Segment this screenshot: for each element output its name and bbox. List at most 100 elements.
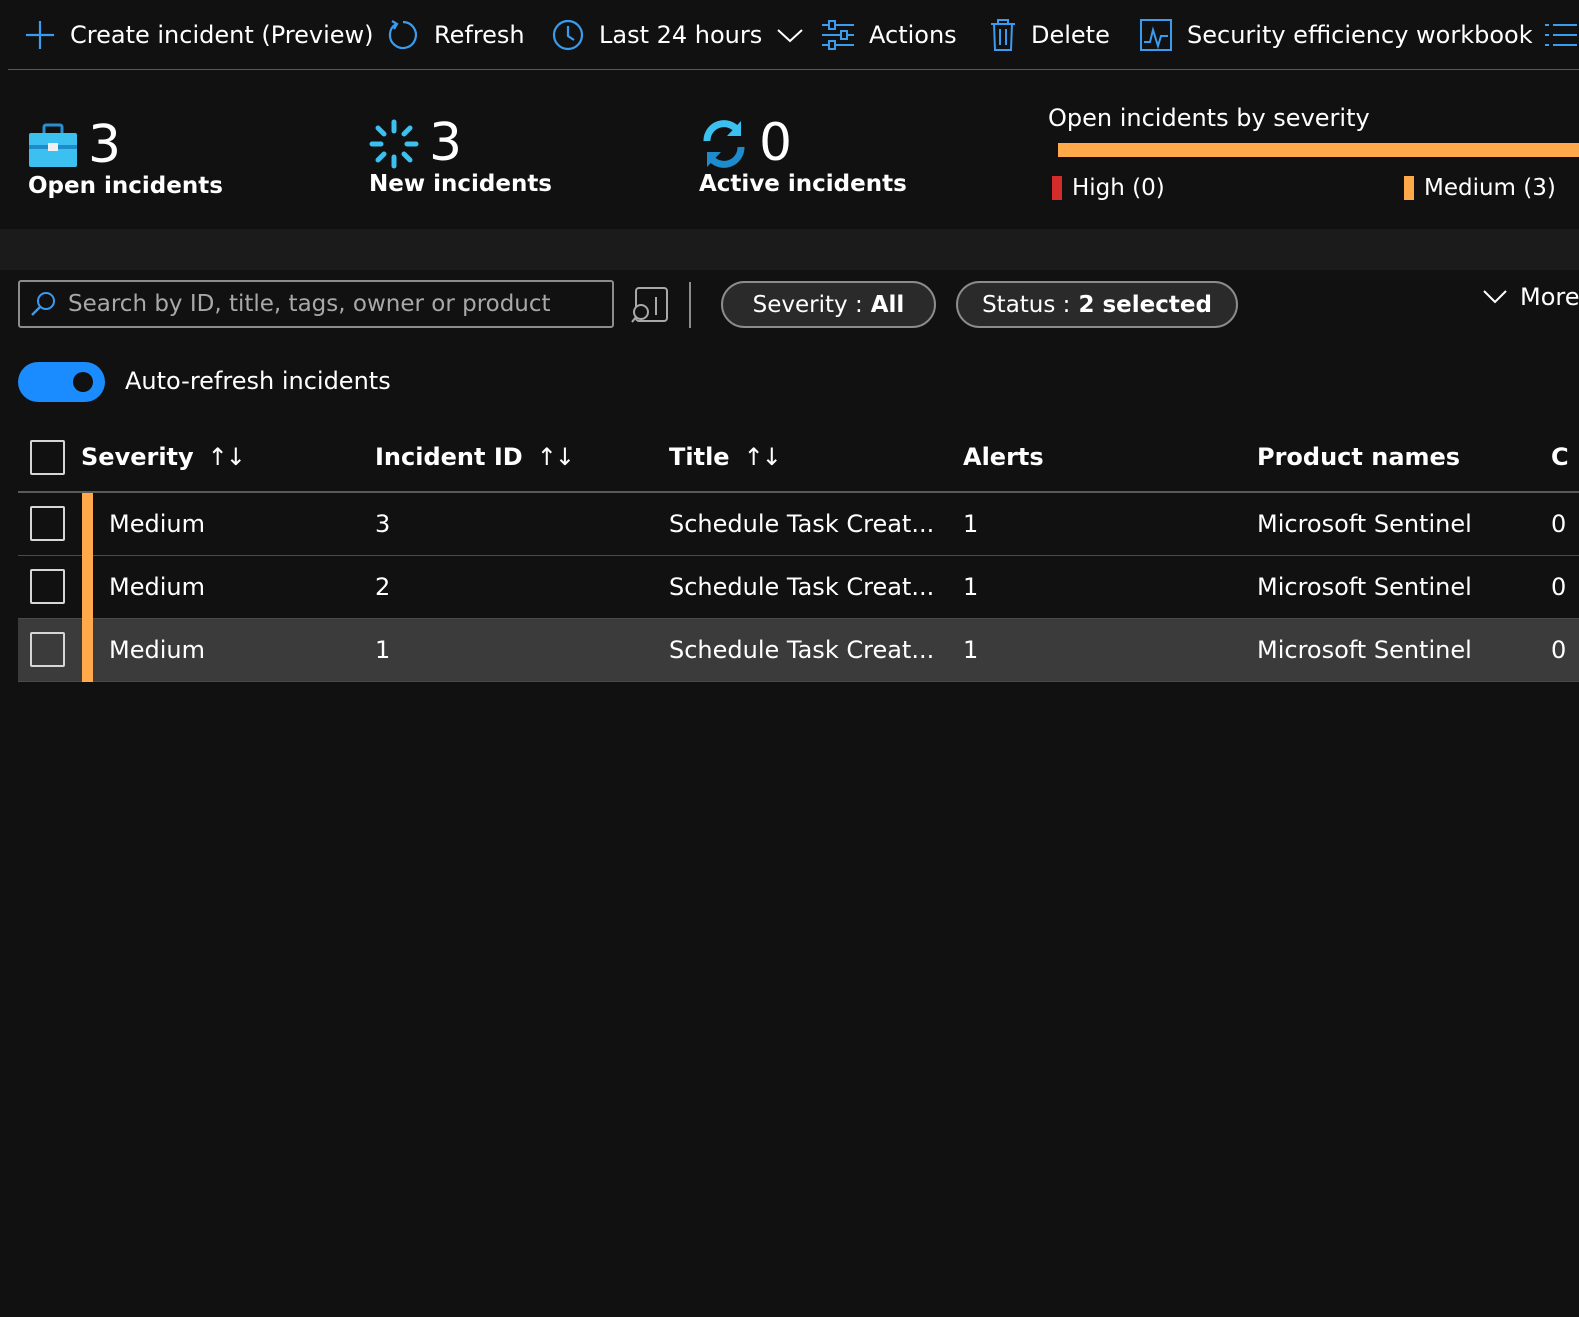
clock-icon: [552, 19, 584, 50]
sort-icon: ↑↓: [743, 443, 782, 471]
cell-product: Microsoft Sentinel: [1257, 573, 1472, 601]
cell-incident-id: 1: [375, 636, 391, 664]
actions-button[interactable]: Actions: [821, 0, 957, 70]
cell-severity: Medium: [109, 510, 205, 538]
column-header-product-names[interactable]: Product names: [1257, 443, 1460, 471]
cell-incident-id: 2: [375, 573, 391, 601]
severity-bar: [1058, 143, 1579, 157]
column-header-truncated[interactable]: C: [1551, 443, 1569, 471]
new-incidents-count: 3: [429, 113, 463, 173]
status-filter-value: 2 selected: [1078, 291, 1212, 318]
chart-icon: [1140, 18, 1172, 51]
table-header: Severity ↑↓ Incident ID ↑↓ Title ↑↓ Aler…: [18, 425, 1579, 493]
cell-product: Microsoft Sentinel: [1257, 636, 1472, 664]
advanced-search-icon[interactable]: [630, 285, 670, 325]
cell-alerts: 1: [963, 510, 979, 538]
auto-refresh-label: Auto-refresh incidents: [125, 367, 391, 395]
chevron-down-icon: [777, 28, 803, 42]
column-label: Incident ID: [375, 443, 523, 471]
table-row[interactable]: Medium 3 Schedule Task Creat... 1 Micros…: [18, 493, 1579, 556]
cell-incident-id: 3: [375, 510, 391, 538]
active-incidents-count: 0: [759, 113, 793, 173]
security-workbook-button[interactable]: Security efficiency workbook: [1139, 0, 1533, 70]
column-label: Title: [669, 443, 730, 471]
command-bar: Create incident (Preview) Refresh Last 2…: [8, 0, 1579, 70]
section-divider: [0, 229, 1579, 270]
actions-label: Actions: [869, 20, 957, 49]
cell-title: Schedule Task Creat...: [669, 510, 935, 538]
delete-label: Delete: [1031, 20, 1110, 49]
cell-truncated: 0: [1551, 573, 1567, 601]
spinner-icon: [369, 119, 419, 169]
severity-filter-value: All: [870, 291, 905, 318]
status-filter-key: Status :: [982, 291, 1071, 318]
refresh-label: Refresh: [434, 20, 525, 49]
cell-alerts: 1: [963, 636, 979, 664]
severity-indicator: [82, 493, 93, 556]
new-incidents-label: New incidents: [369, 171, 553, 197]
severity-filter-key: Severity :: [752, 291, 863, 318]
list-icon: [1545, 23, 1577, 46]
table-row[interactable]: Medium 2 Schedule Task Creat... 1 Micros…: [18, 556, 1579, 619]
sync-icon: [703, 120, 745, 168]
more-filters-button[interactable]: More: [1482, 283, 1579, 311]
row-checkbox[interactable]: [30, 632, 65, 667]
delete-button[interactable]: Delete: [989, 0, 1110, 70]
cell-title: Schedule Task Creat...: [669, 573, 935, 601]
cell-alerts: 1: [963, 573, 979, 601]
sort-icon: ↑↓: [536, 443, 575, 471]
severity-chart-title: Open incidents by severity: [1048, 104, 1370, 132]
sort-icon: ↑↓: [207, 443, 246, 471]
cell-truncated: 0: [1551, 510, 1567, 538]
legend-high-label: High (0): [1072, 175, 1165, 201]
high-swatch: [1052, 176, 1062, 200]
time-range-dropdown[interactable]: Last 24 hours: [551, 0, 804, 70]
search-input[interactable]: [68, 291, 608, 317]
toggle-knob: [73, 372, 93, 392]
column-label: Alerts: [963, 443, 1044, 471]
time-range-label: Last 24 hours: [599, 20, 763, 49]
status-filter-pill[interactable]: Status : 2 selected: [956, 281, 1238, 328]
sliders-icon: [822, 19, 854, 50]
cell-title: Schedule Task Creat...: [669, 636, 935, 664]
create-incident-button[interactable]: Create incident (Preview): [24, 0, 374, 70]
open-incidents-label: Open incidents: [28, 173, 223, 199]
select-all-checkbox[interactable]: [30, 440, 65, 475]
create-incident-label: Create incident (Preview): [70, 20, 374, 49]
open-incidents-count: 3: [88, 115, 122, 175]
columns-icon[interactable]: [1544, 0, 1578, 70]
more-filters-label: More: [1520, 283, 1579, 311]
filter-divider: [689, 282, 691, 328]
chevron-down-icon: [1483, 290, 1507, 304]
row-checkbox[interactable]: [30, 506, 65, 541]
trash-icon: [991, 18, 1015, 51]
briefcase-icon: [29, 123, 77, 167]
legend-high: High (0): [1052, 175, 1165, 201]
column-header-severity[interactable]: Severity ↑↓: [81, 443, 246, 471]
row-checkbox[interactable]: [30, 569, 65, 604]
table-row[interactable]: Medium 1 Schedule Task Creat... 1 Micros…: [18, 619, 1579, 682]
severity-indicator: [82, 619, 93, 682]
incident-summary: 3 Open incidents 3 New incidents 0 Activ…: [0, 71, 1579, 229]
column-label: Severity: [81, 443, 194, 471]
column-label: Product names: [1257, 443, 1461, 471]
column-header-incident-id[interactable]: Incident ID ↑↓: [375, 443, 575, 471]
severity-filter-pill[interactable]: Severity : All: [721, 281, 936, 328]
cell-severity: Medium: [109, 636, 205, 664]
legend-medium: Medium (3): [1404, 175, 1556, 201]
cell-product: Microsoft Sentinel: [1257, 510, 1472, 538]
column-header-title[interactable]: Title ↑↓: [669, 443, 782, 471]
auto-refresh-toggle[interactable]: [18, 362, 105, 402]
refresh-icon: [388, 19, 418, 49]
cell-truncated: 0: [1551, 636, 1567, 664]
refresh-button[interactable]: Refresh: [386, 0, 525, 70]
medium-swatch: [1404, 176, 1414, 200]
incidents-table: Severity ↑↓ Incident ID ↑↓ Title ↑↓ Aler…: [18, 425, 1579, 682]
column-label: C: [1551, 443, 1569, 471]
cell-severity: Medium: [109, 573, 205, 601]
column-header-alerts[interactable]: Alerts: [963, 443, 1044, 471]
search-box[interactable]: [18, 280, 614, 328]
legend-medium-label: Medium (3): [1424, 175, 1556, 201]
severity-indicator: [82, 556, 93, 619]
workbook-label: Security efficiency workbook: [1187, 20, 1533, 49]
